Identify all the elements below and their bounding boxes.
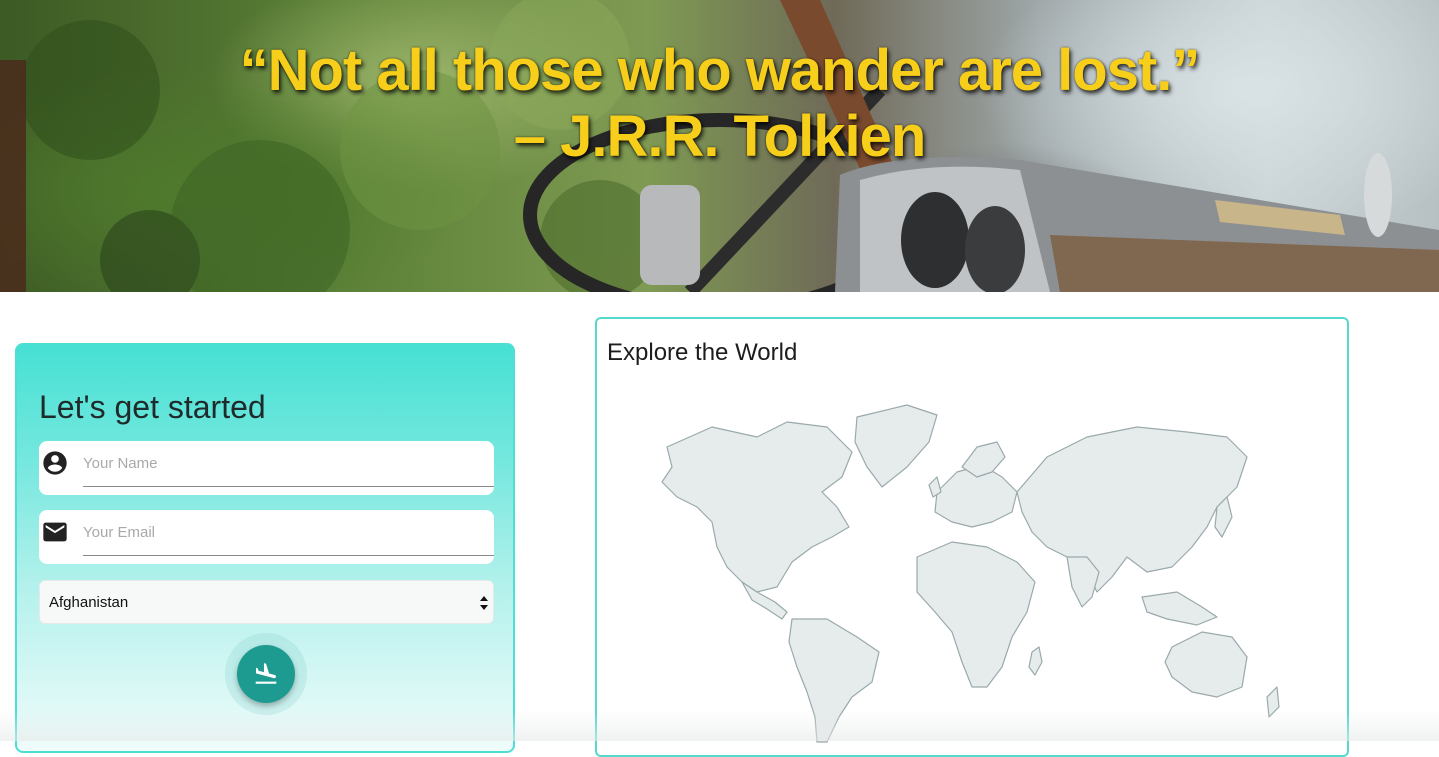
world-map-card: Explore the World bbox=[595, 317, 1349, 757]
map-region-australia bbox=[1164, 631, 1248, 698]
quote-author: – J.R.R. Tolkien bbox=[513, 104, 927, 169]
map-region-south-america bbox=[788, 618, 880, 743]
hero-quote: “Not all those who wander are lost.” – J… bbox=[0, 38, 1439, 170]
email-field-wrapper bbox=[39, 510, 494, 564]
signup-title: Let's get started bbox=[39, 389, 266, 425]
submit-button[interactable] bbox=[237, 645, 295, 703]
airplane-landing-icon bbox=[255, 663, 277, 684]
world-map[interactable] bbox=[617, 397, 1329, 747]
name-input[interactable] bbox=[83, 441, 494, 487]
email-input[interactable] bbox=[83, 510, 494, 556]
map-region-madagascar bbox=[1028, 646, 1043, 676]
map-region-new-zealand bbox=[1266, 686, 1280, 718]
map-region-africa bbox=[916, 541, 1036, 688]
select-updown-icon bbox=[480, 596, 488, 610]
name-field-wrapper bbox=[39, 441, 494, 495]
map-region-north-america bbox=[661, 421, 853, 593]
map-region-scandinavia bbox=[961, 441, 1006, 478]
signup-card: Let's get started Afghanistan bbox=[15, 343, 515, 753]
country-select-value: Afghanistan bbox=[49, 594, 129, 611]
map-title: Explore the World bbox=[607, 339, 798, 366]
account-circle-icon bbox=[43, 451, 67, 475]
map-region-southeast-asia bbox=[1141, 591, 1218, 626]
submit-button-ring bbox=[225, 633, 307, 715]
quote-text: “Not all those who wander are lost.” bbox=[239, 38, 1201, 103]
mail-icon bbox=[43, 522, 67, 542]
map-region-greenland bbox=[854, 404, 938, 488]
hero-banner: “Not all those who wander are lost.” – J… bbox=[0, 0, 1439, 292]
country-select[interactable]: Afghanistan bbox=[39, 580, 494, 624]
map-region-asia bbox=[1016, 426, 1248, 593]
